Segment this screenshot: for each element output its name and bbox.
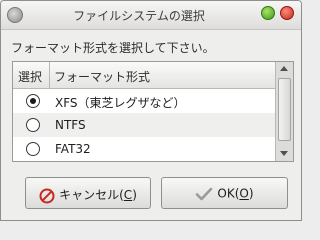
radio-fat32[interactable] xyxy=(26,142,40,156)
cancel-icon xyxy=(39,188,55,203)
list-row-fat32[interactable]: FAT32 xyxy=(13,137,275,161)
cancel-button[interactable]: キャンセル(C) xyxy=(25,177,151,209)
row-label-xfs: XFS（東芝レグザなど） xyxy=(55,96,186,110)
app-icon xyxy=(7,7,23,23)
ok-button-label: OK( xyxy=(217,186,240,201)
radio-xfs[interactable] xyxy=(26,94,40,108)
ok-mnemonic: O xyxy=(239,186,249,201)
scrollbar-thumb[interactable] xyxy=(278,78,291,141)
cancel-suffix: ) xyxy=(132,188,137,202)
checkmark-icon xyxy=(196,187,213,201)
cancel-mnemonic: C xyxy=(123,188,133,202)
scroll-down-button[interactable] xyxy=(276,147,293,161)
row-label-ntfs: NTFS xyxy=(55,118,86,132)
cancel-button-label: キャンセル( xyxy=(59,188,124,202)
prompt-text: フォーマット形式を選択して下さい。 xyxy=(11,41,215,55)
minimize-button[interactable] xyxy=(261,6,275,20)
vertical-scrollbar[interactable] xyxy=(275,62,293,161)
window-title: ファイルシステムの選択 xyxy=(73,9,205,23)
column-header-select-label: 選択 xyxy=(18,70,43,84)
list-row-ntfs[interactable]: NTFS xyxy=(13,113,275,137)
scroll-up-button[interactable] xyxy=(276,62,293,76)
arrow-down-icon xyxy=(280,151,288,156)
radio-ntfs[interactable] xyxy=(26,118,40,132)
ok-suffix: ) xyxy=(248,186,254,201)
column-header-format-label: フォーマット形式 xyxy=(54,70,151,84)
close-button[interactable] xyxy=(280,6,294,20)
column-header-format[interactable]: フォーマット形式 xyxy=(51,62,275,88)
arrow-up-icon xyxy=(280,66,288,71)
title-bar[interactable]: ファイルシステムの選択 xyxy=(1,1,301,30)
filesystem-list: 選択 フォーマット形式 XFS（東芝レグザなど） NTFS FAT32 xyxy=(12,61,294,162)
row-label-fat32: FAT32 xyxy=(55,142,91,156)
ok-button[interactable]: OK(O) xyxy=(161,177,288,209)
column-header-select[interactable]: 選択 xyxy=(13,62,50,88)
dialog-window: ファイルシステムの選択 フォーマット形式を選択して下さい。 選択 フォーマット形… xyxy=(0,0,302,221)
list-row-xfs[interactable]: XFS（東芝レグザなど） xyxy=(13,89,275,113)
list-header: 選択 フォーマット形式 xyxy=(13,62,275,89)
